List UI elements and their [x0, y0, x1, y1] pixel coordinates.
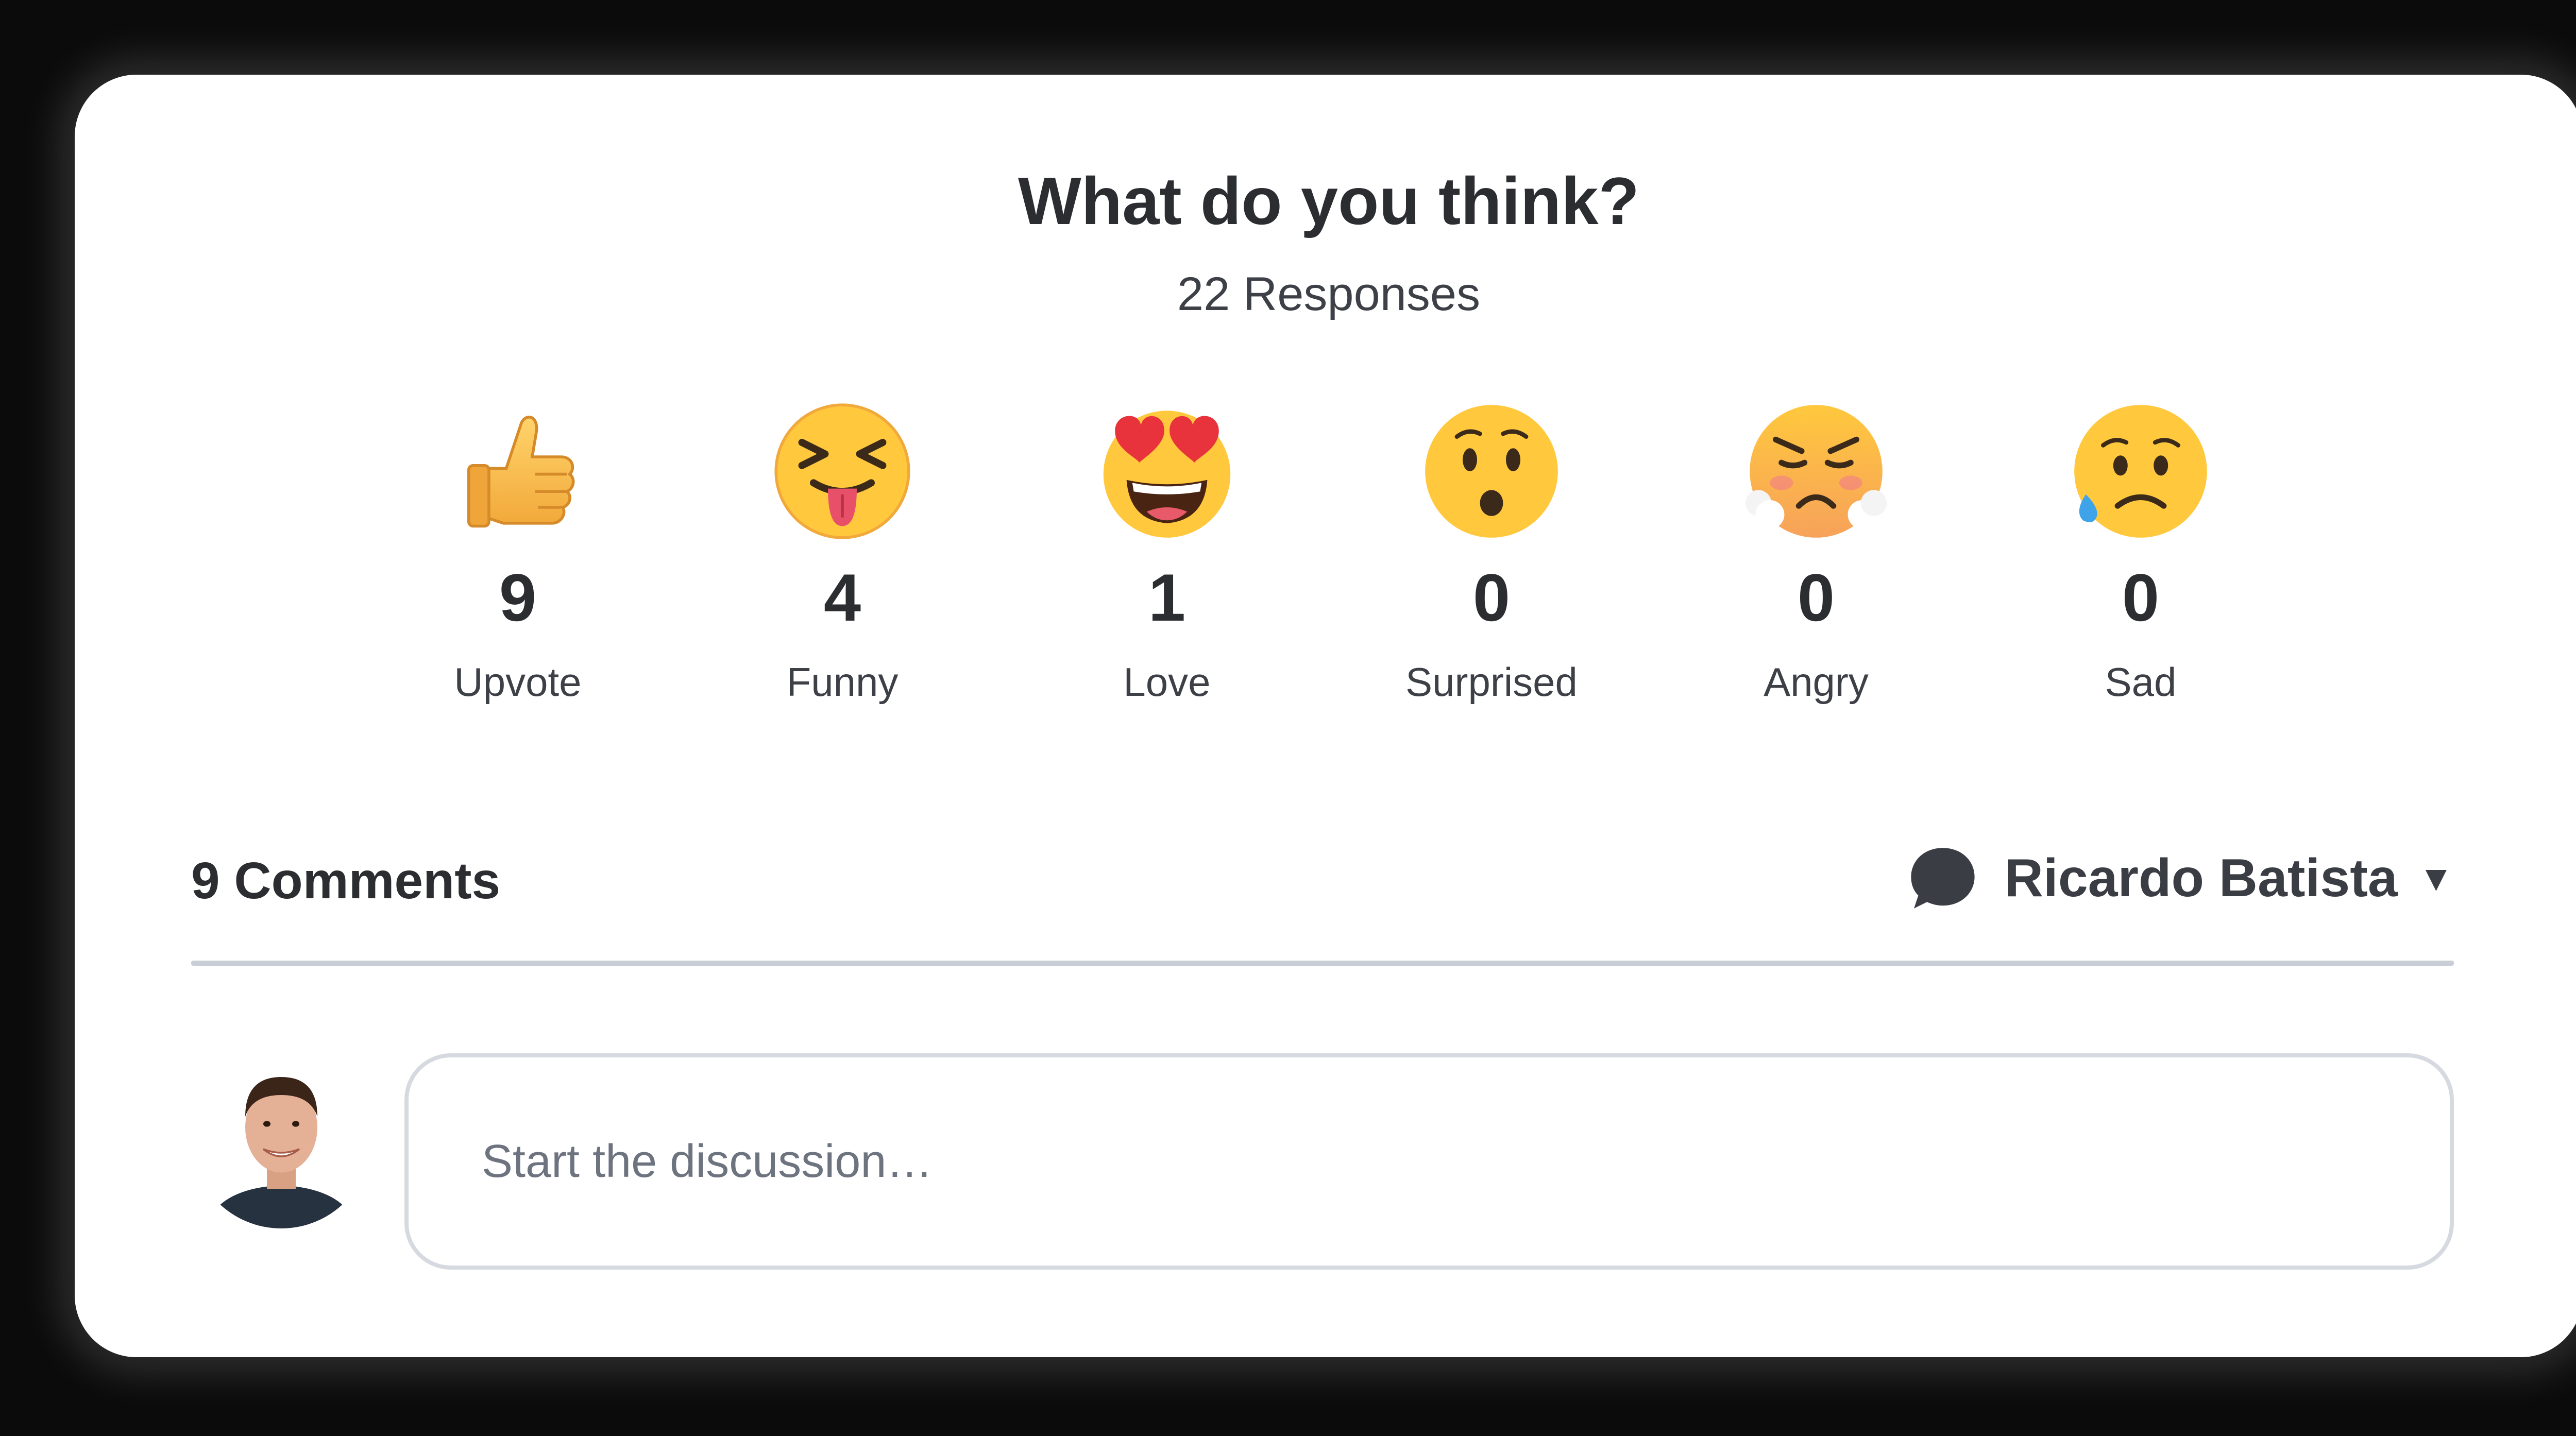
reaction-label: Angry	[1764, 659, 1869, 705]
reaction-count: 0	[1797, 560, 1835, 635]
reaction-label: Upvote	[454, 659, 582, 705]
reaction-funny[interactable]: 4 Funny	[708, 399, 976, 702]
surprised-face-icon	[1425, 405, 1558, 538]
reaction-count: 0	[1472, 560, 1511, 635]
thumbs-up-icon	[467, 416, 575, 528]
divider	[191, 961, 2454, 966]
user-name: Ricardo Batista	[2004, 848, 2398, 908]
squinting-tongue-face-icon	[774, 403, 910, 539]
reaction-love[interactable]: 1 Love	[1033, 399, 1301, 702]
speech-bubble-icon	[1911, 848, 1975, 909]
reaction-label: Funny	[786, 659, 899, 705]
reaction-count: 0	[2122, 560, 2160, 635]
user-menu[interactable]: Ricardo Batista ▼	[1907, 842, 2454, 914]
reaction-label: Surprised	[1405, 659, 1578, 705]
avatar	[191, 1048, 371, 1228]
angry-steam-face-icon	[1745, 405, 1887, 538]
reaction-upvote[interactable]: 9 Upvote	[384, 399, 652, 702]
reaction-label: Love	[1123, 659, 1211, 705]
user-avatar-icon	[191, 1048, 371, 1228]
heart-eyes-face-icon	[1103, 411, 1231, 538]
reaction-count: 9	[499, 560, 537, 635]
sad-sweat-face-icon	[2074, 405, 2207, 538]
comments-count: 9 Comments	[191, 852, 501, 910]
reaction-angry[interactable]: 0 Angry	[1682, 399, 1950, 702]
reaction-label: Sad	[2105, 659, 2177, 705]
reactions-card: What do you think? 22 Responses 9 Upvote	[75, 75, 2576, 1357]
reaction-sad[interactable]: 0 Sad	[2007, 399, 2275, 702]
page-title: What do you think?	[1018, 163, 1639, 238]
responses-count: 22 Responses	[1177, 268, 1481, 320]
chevron-down-icon: ▼	[2418, 858, 2454, 898]
reaction-surprised[interactable]: 0 Surprised	[1358, 399, 1625, 702]
discussion-input-box[interactable]	[404, 1053, 2454, 1270]
discussion-input[interactable]	[481, 1134, 2450, 1189]
reaction-count: 4	[823, 560, 861, 635]
reaction-count: 1	[1148, 560, 1186, 635]
